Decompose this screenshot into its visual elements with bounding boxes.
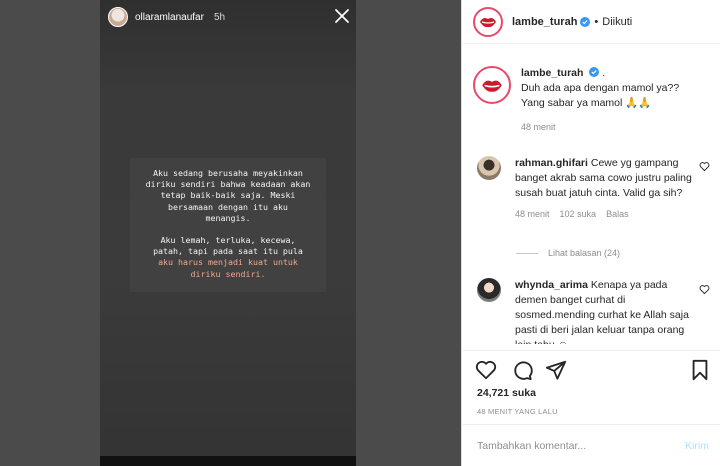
view-replies[interactable]: Lihat balasan (24) xyxy=(516,248,620,258)
story-header: ollaramlanaufar 5h xyxy=(108,6,352,28)
caption-line: Yang sabar ya mamol 🙏🙏 xyxy=(521,97,652,109)
story-line: patah, tapi pada saat itu pula xyxy=(153,246,303,257)
view-replies-label[interactable]: Lihat balasan (24) xyxy=(548,248,620,258)
like-comment-heart-icon[interactable] xyxy=(699,161,710,172)
post-timestamp: 48 MENIT YANG LALU xyxy=(477,407,558,416)
story-viewer: ollaramlanaufar 5h Aku sedang berusaha m… xyxy=(0,0,462,466)
story-line: bersamaan dengan itu aku xyxy=(168,201,288,212)
comment-item: rahman.ghifari Cewe yg gampang banget ak… xyxy=(477,156,717,222)
comment-item: whynda_arima Kenapa ya pada demen banget… xyxy=(477,278,717,344)
comment-likes[interactable]: 102 suka xyxy=(560,207,597,222)
follow-status[interactable]: Diikuti xyxy=(602,16,632,28)
verified-badge-icon xyxy=(589,67,600,77)
close-icon[interactable] xyxy=(333,7,351,25)
lips-logo-icon xyxy=(480,17,496,27)
story-line: diriku sendiri bahwa keadaan akan xyxy=(145,179,311,190)
caption-suffix: . xyxy=(602,67,606,79)
commenter-avatar[interactable] xyxy=(477,278,501,302)
commenter-username[interactable]: rahman.ghifari xyxy=(515,157,588,169)
reply-button[interactable]: Balas xyxy=(606,207,629,222)
divider xyxy=(463,350,720,351)
author-username[interactable]: lambe_turah xyxy=(512,16,577,28)
story-line: Aku sedang berusaha meyakinkan xyxy=(153,168,303,178)
post-comment-button[interactable]: Kirim xyxy=(685,440,709,452)
divider xyxy=(463,424,720,425)
caption-time: 48 menit xyxy=(521,122,556,132)
verified-badge-icon xyxy=(580,16,591,27)
bookmark-icon[interactable] xyxy=(690,359,710,381)
comment-meta: 48 menit 102 suka Balas xyxy=(515,207,697,222)
story-avatar[interactable] xyxy=(108,7,128,27)
story-highlight-line: aku harus menjadi kuat untuk xyxy=(158,257,298,268)
commenter-username[interactable]: whynda_arima xyxy=(515,279,588,291)
likes-count[interactable]: 24,721 suka xyxy=(477,387,536,399)
post-caption: lambe_turah . Duh ada apa dengan mamol y… xyxy=(473,66,713,135)
separator-dot: • xyxy=(594,15,599,28)
story-line: Aku lemah, terluka, kecewa, xyxy=(160,235,296,246)
like-comment-heart-icon[interactable] xyxy=(699,284,710,295)
share-icon[interactable] xyxy=(545,359,567,381)
comment-icon[interactable] xyxy=(511,359,533,381)
caption-avatar[interactable] xyxy=(473,66,511,104)
commenter-avatar[interactable] xyxy=(477,156,501,180)
action-bar xyxy=(475,358,710,382)
comment-time: 48 menit xyxy=(515,209,550,219)
caption-line: Duh ada apa dengan mamol ya?? xyxy=(521,82,680,94)
lips-logo-icon xyxy=(482,80,502,92)
like-heart-icon[interactable] xyxy=(475,359,497,381)
author-avatar[interactable] xyxy=(473,6,503,37)
story-username[interactable]: ollaramlanaufar xyxy=(135,12,204,23)
story-time: 5h xyxy=(213,11,226,23)
story-line: tetap baik-baik saja. Meski xyxy=(160,190,296,201)
add-comment-input[interactable] xyxy=(477,440,667,452)
post-panel: lambe_turah • Diikuti lambe_turah . Duh … xyxy=(463,0,720,466)
story-text: Aku sedang berusaha meyakinkan diriku se… xyxy=(130,158,326,292)
story-line: menangis. xyxy=(205,212,251,223)
story-highlight-line: diriku sendiri. xyxy=(190,268,266,279)
caption-username[interactable]: lambe_turah xyxy=(521,67,583,79)
post-header: lambe_turah • Diikuti xyxy=(463,0,720,44)
